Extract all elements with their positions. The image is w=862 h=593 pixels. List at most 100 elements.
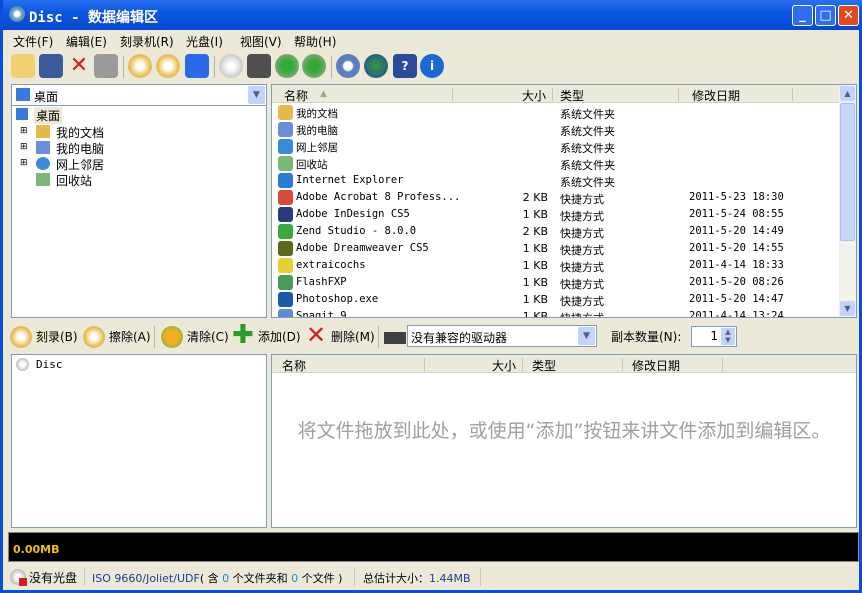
tree-item-network[interactable]: 网上邻居: [56, 156, 104, 173]
file-row[interactable]: Photoshop.exe 1 KB 快捷方式 2011-5-20 14:47: [272, 291, 838, 308]
drive-info-icon[interactable]: [247, 54, 271, 78]
file-name: Adobe Acrobat 8 Profess...: [296, 191, 461, 203]
file-row[interactable]: 网上邻居 系统文件夹: [272, 138, 838, 155]
drive-select[interactable]: 没有兼容的驱动器 ▼: [407, 325, 597, 347]
column-size[interactable]: 大小: [492, 357, 516, 374]
menu-view[interactable]: 视图(V): [240, 33, 282, 50]
tree-item-computer[interactable]: 我的电脑: [56, 140, 104, 157]
title-bar: Disc - 数据编辑区 _ □ ✕: [3, 0, 862, 30]
column-date[interactable]: 修改日期: [692, 87, 740, 104]
file-row[interactable]: Zend Studio - 8.0.0 2 KB 快捷方式 2011-5-20 …: [272, 223, 838, 240]
status-text: 个文件 ): [298, 572, 343, 585]
file-icon: [278, 105, 293, 120]
file-date: 2011-5-20 14:55: [689, 242, 784, 254]
scroll-thumb[interactable]: [840, 103, 855, 241]
disc-tree-item[interactable]: Disc: [36, 358, 63, 371]
file-type: 快捷方式: [560, 244, 604, 257]
computer-icon: [36, 141, 50, 154]
file-row[interactable]: Adobe InDesign CS5 1 KB 快捷方式 2011-5-24 0…: [272, 206, 838, 223]
column-size[interactable]: 大小: [522, 87, 546, 104]
clear-button[interactable]: 清除(C): [187, 328, 229, 345]
burn-icon: [10, 326, 32, 348]
file-row[interactable]: 我的电脑 系统文件夹: [272, 121, 838, 138]
expand-icon[interactable]: ⊞: [20, 142, 28, 152]
file-row[interactable]: Adobe Dreamweaver CS5 1 KB 快捷方式 2011-5-2…: [272, 240, 838, 257]
delete-button[interactable]: 删除(M): [331, 328, 375, 345]
close-button[interactable]: ✕: [838, 5, 859, 26]
file-row[interactable]: Snagit 9 1 KB 快捷方式 2011-4-14 13:24: [272, 308, 838, 317]
drive-icon: [384, 332, 406, 344]
maximize-button[interactable]: □: [815, 5, 836, 26]
menu-disc[interactable]: 光盘(I): [186, 33, 223, 50]
erase-button[interactable]: 擦除(A): [109, 328, 151, 345]
web-cursor-icon[interactable]: [364, 54, 388, 78]
print-icon[interactable]: [94, 54, 118, 78]
vertical-scrollbar[interactable]: ▲ ▼: [839, 85, 856, 317]
file-row[interactable]: FlashFXP 1 KB 快捷方式 2011-5-20 08:26: [272, 274, 838, 291]
chevron-down-icon[interactable]: ▼: [578, 327, 595, 345]
folder-tree: 桌面 ⊞ 我的文档 ⊞ 我的电脑 ⊞ 网上邻居 回收站: [11, 106, 267, 318]
expand-icon[interactable]: ⊞: [20, 126, 28, 136]
file-type: 系统文件夹: [560, 125, 615, 138]
file-date: 2011-5-24 08:55: [689, 208, 784, 220]
menu-edit[interactable]: 编辑(E): [66, 33, 107, 50]
file-date: 2011-5-20 14:49: [689, 225, 784, 237]
new-folder-icon[interactable]: [11, 54, 35, 78]
file-date: 2011-5-20 14:47: [689, 293, 784, 305]
file-icon: [278, 173, 293, 188]
status-text: ( 含: [199, 572, 223, 585]
file-row[interactable]: extraicochs 1 KB 快捷方式 2011-4-14 18:33: [272, 257, 838, 274]
erase-disc-icon[interactable]: [128, 54, 152, 78]
file-name: 回收站: [296, 159, 328, 171]
menu-recorder[interactable]: 刻录机(R): [120, 33, 174, 50]
status-text: 个文件夹和: [229, 572, 292, 585]
column-name[interactable]: 名称: [284, 87, 308, 104]
info-icon[interactable]: i: [420, 54, 444, 78]
settings-gear-icon[interactable]: [336, 54, 360, 78]
expand-icon[interactable]: ⊞: [20, 158, 28, 168]
copies-stepper[interactable]: 1 ▲ ▼: [691, 326, 737, 347]
column-type[interactable]: 类型: [532, 357, 556, 374]
file-row[interactable]: 回收站 系统文件夹: [272, 155, 838, 172]
file-row[interactable]: 我的文档 系统文件夹: [272, 104, 838, 121]
disc-upload-icon[interactable]: [302, 54, 326, 78]
tree-item-documents[interactable]: 我的文档: [56, 124, 104, 141]
file-type: 系统文件夹: [560, 142, 615, 155]
app-window: Disc - 数据编辑区 _ □ ✕ 文件(F) 编辑(E) 刻录机(R) 光盘…: [0, 0, 862, 593]
scroll-up-icon[interactable]: ▲: [840, 86, 855, 101]
file-icon: [278, 224, 293, 239]
disc-status: 没有光盘: [29, 571, 78, 585]
minimize-blue-icon[interactable]: [185, 54, 209, 78]
file-icon: [278, 258, 293, 273]
file-icon: [278, 309, 293, 317]
file-row[interactable]: Internet Explorer 系统文件夹: [272, 172, 838, 189]
burn-disc-icon[interactable]: [156, 54, 180, 78]
desktop-icon: [16, 88, 30, 101]
desktop-icon: [16, 108, 28, 120]
minimize-button[interactable]: _: [792, 5, 813, 26]
add-button[interactable]: 添加(D): [258, 328, 301, 345]
file-size: 1 KB: [522, 242, 548, 255]
file-row[interactable]: Adobe Acrobat 8 Profess... 2 KB 快捷方式 201…: [272, 189, 838, 206]
file-type: 快捷方式: [560, 261, 604, 274]
file-type: 快捷方式: [560, 310, 604, 317]
disc-icon: [16, 358, 29, 371]
tree-item-recycle-bin[interactable]: 回收站: [56, 172, 92, 189]
burn-button[interactable]: 刻录(B): [36, 328, 78, 345]
menu-file[interactable]: 文件(F): [13, 33, 53, 50]
delete-icon[interactable]: ✕: [67, 54, 91, 78]
tree-item-desktop[interactable]: 桌面: [34, 107, 63, 124]
erase-icon: [83, 326, 105, 348]
scroll-down-icon[interactable]: ▼: [840, 301, 855, 316]
location-combo[interactable]: 桌面 ▼: [11, 84, 267, 106]
menu-help[interactable]: 帮助(H): [294, 33, 336, 50]
column-name[interactable]: 名称: [282, 357, 306, 374]
save-icon[interactable]: [39, 54, 63, 78]
help-icon[interactable]: ?: [393, 54, 417, 78]
chevron-down-icon[interactable]: ▼: [248, 86, 265, 104]
disc-info-icon[interactable]: [219, 54, 243, 78]
disc-download-icon[interactable]: [275, 54, 299, 78]
column-date[interactable]: 修改日期: [632, 357, 680, 374]
column-type[interactable]: 类型: [560, 87, 584, 104]
spin-arrows-icon[interactable]: ▲ ▼: [721, 328, 735, 345]
